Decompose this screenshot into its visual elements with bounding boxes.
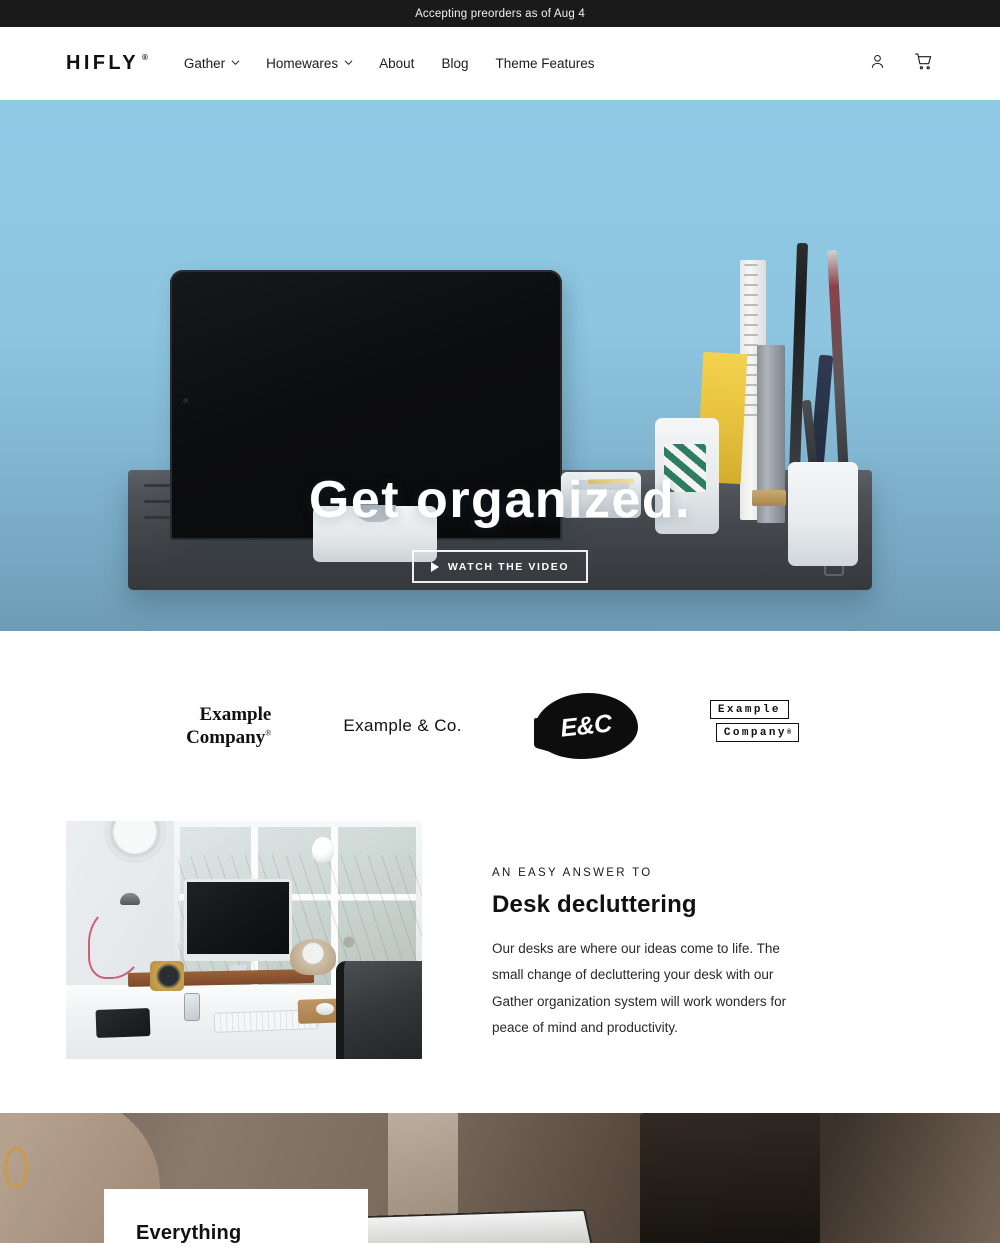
feature-image-office-desk	[66, 821, 422, 1059]
brand-line-1: Example	[199, 703, 272, 725]
brand-text: E&C	[558, 708, 613, 743]
hanging-terrarium	[312, 837, 334, 863]
play-icon	[430, 562, 439, 572]
feature-section: AN EASY ANSWER TO Desk decluttering Our …	[0, 821, 1000, 1113]
plant-terrarium	[290, 939, 336, 975]
brand-logo-example-company-serif[interactable]: Example Company®	[186, 703, 271, 749]
mouse	[316, 1003, 334, 1015]
header-actions	[868, 51, 934, 77]
registered-mark: ®	[265, 728, 272, 738]
main-navigation: Gather Homewares About Blog Theme Featur…	[184, 56, 595, 71]
brand-logo-row: Example Company® Example & Co. E&C Examp…	[0, 631, 1000, 821]
graphics-tablet	[95, 1008, 151, 1038]
smartphone	[184, 993, 200, 1021]
site-header: HIFLY ® Gather Homewares About Blog Them…	[0, 27, 1000, 100]
chevron-down-icon	[344, 58, 353, 66]
nav-item-theme-features[interactable]: Theme Features	[495, 56, 594, 71]
nav-label: About	[379, 56, 415, 71]
office-chair	[336, 961, 422, 1059]
nav-label: Theme Features	[495, 56, 595, 71]
brand-logo-example-company-boxed[interactable]: Example Company ®	[709, 700, 814, 752]
watch-video-button[interactable]: WATCH THE VIDEO	[411, 550, 589, 583]
feature-text-block: AN EASY ANSWER TO Desk decluttering Our …	[492, 821, 812, 1041]
nav-item-gather[interactable]: Gather	[183, 56, 240, 71]
chevron-down-icon	[231, 58, 240, 66]
brand-logo-example-and-co[interactable]: Example & Co.	[343, 716, 462, 736]
site-logo[interactable]: HIFLY ®	[66, 52, 148, 75]
feature-heading: Desk decluttering	[492, 891, 697, 918]
nav-label: Blog	[441, 56, 469, 71]
registered-mark: ®	[786, 729, 792, 737]
hero-section: Get organized. WATCH THE VIDEO	[0, 100, 1000, 631]
nav-item-blog[interactable]: Blog	[441, 56, 468, 71]
imac-monitor	[184, 879, 292, 961]
feature-paragraph: Our desks are where our ideas come to li…	[492, 941, 787, 1035]
nav-label: Gather	[183, 56, 226, 71]
hero-overlay: Get organized. WATCH THE VIDEO	[0, 100, 1000, 631]
feature-eyebrow: AN EASY ANSWER TO	[492, 867, 653, 879]
brand-line-2: Company	[186, 727, 266, 748]
logo-text: HIFLY	[66, 52, 139, 74]
desk-speaker	[150, 961, 184, 991]
nav-label: Homewares	[266, 56, 339, 71]
nav-item-homewares[interactable]: Homewares	[266, 56, 353, 71]
wall-lamp	[120, 893, 140, 905]
announcement-text: Accepting preorders as of Aug 4	[415, 7, 585, 20]
brand-text: Example & Co.	[343, 716, 462, 735]
bottom-card-heading: Everything	[136, 1222, 242, 1243]
dark-shape	[640, 1113, 820, 1243]
nav-item-about[interactable]: About	[379, 56, 414, 71]
logo-registered-mark: ®	[141, 53, 148, 62]
announcement-bar: Accepting preorders as of Aug 4	[0, 0, 1000, 27]
brand-line-1: Example	[709, 700, 789, 719]
watch-video-label: WATCH THE VIDEO	[447, 561, 570, 573]
bottom-photo-section: Everything	[0, 1113, 1000, 1243]
cart-icon[interactable]	[913, 51, 934, 77]
account-icon[interactable]	[868, 52, 887, 76]
brand-logo-ec[interactable]: E&C	[533, 693, 638, 759]
hero-title: Get organized.	[308, 471, 692, 529]
bottom-content-card: Everything	[104, 1189, 368, 1243]
brand-line-2: Company	[723, 727, 787, 739]
brand-line-2-box: Company ®	[715, 723, 800, 742]
